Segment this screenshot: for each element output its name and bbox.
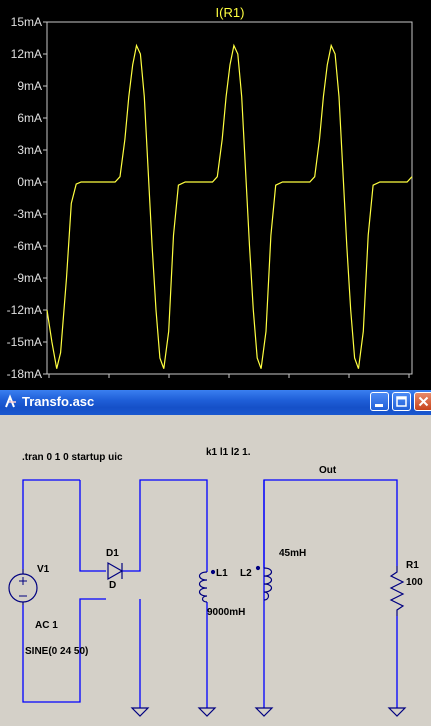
l2-value-label[interactable]: 45mH [279, 548, 306, 559]
r1-label[interactable]: R1 [406, 560, 419, 571]
y-tick-label: 0mA [17, 175, 42, 189]
y-tick-label: -18mA [7, 367, 42, 381]
y-tick-label: 9mA [17, 79, 42, 93]
y-tick-label: 3mA [17, 143, 42, 157]
resistor-r1[interactable] [389, 566, 405, 616]
l2-label[interactable]: L2 [240, 568, 252, 579]
v1-label[interactable]: V1 [37, 564, 50, 575]
minimize-button[interactable] [370, 392, 389, 411]
schematic-window[interactable]: Transfo.asc .tran 0 1 0 startup uic k1 l… [0, 390, 431, 726]
l1-label[interactable]: L1 [216, 568, 228, 579]
inductor-l1[interactable] [198, 569, 216, 603]
maximize-button[interactable] [392, 392, 411, 411]
minimize-icon [375, 404, 383, 407]
tran-directive[interactable]: .tran 0 1 0 startup uic [22, 452, 123, 463]
y-tick-label: -12mA [7, 303, 42, 317]
y-tick-label: 15mA [11, 15, 42, 29]
d1-model-label[interactable]: D [109, 580, 116, 591]
v1-ac-label[interactable]: AC 1 [35, 620, 58, 631]
window-titlebar[interactable]: Transfo.asc [0, 390, 431, 415]
d1-label[interactable]: D1 [106, 548, 119, 559]
schematic-canvas[interactable]: .tran 0 1 0 startup uic k1 l1 l2 1. V1 A… [1, 418, 431, 726]
plot-frame [46, 21, 413, 375]
voltage-source-v1[interactable] [8, 569, 38, 605]
y-axis: 15mA 12mA 9mA 6mA 3mA 0mA -3mA -6mA -9mA -12mA -15… [7, 15, 47, 381]
v1-value-label[interactable]: SINE(0 24 50) [25, 646, 88, 657]
diode-d1[interactable] [107, 561, 124, 581]
close-icon [418, 396, 429, 407]
waveform-plot-pane[interactable]: I(R1) 15mA 12mA 9mA 6mA 3mA 0mA -3mA -6mA -9mA -1… [0, 0, 431, 388]
y-tick-label: 12mA [11, 47, 42, 61]
x-axis [48, 374, 410, 378]
ground-symbols[interactable] [130, 707, 407, 717]
window-title: Transfo.asc [22, 394, 95, 409]
y-tick-label: 6mA [17, 111, 42, 125]
close-button[interactable] [414, 392, 431, 411]
y-tick-label: -9mA [13, 271, 42, 285]
circuit-wires[interactable] [22, 479, 398, 708]
plot-title: I(R1) [216, 5, 245, 20]
l1-value-label[interactable]: 9000mH [207, 607, 245, 618]
maximize-icon [396, 396, 407, 407]
ltspice-app-icon[interactable] [3, 394, 19, 410]
r1-value-label[interactable]: 100 [406, 577, 423, 588]
waveform-plot[interactable]: I(R1) 15mA 12mA 9mA 6mA 3mA 0mA -3mA -6mA -9mA -1… [0, 0, 431, 388]
y-tick-label: -15mA [7, 335, 42, 349]
trace-i-r1[interactable] [46, 43, 413, 369]
net-label-out[interactable]: Out [319, 465, 337, 476]
coupling-directive[interactable]: k1 l1 l2 1. [206, 447, 251, 458]
y-tick-label: -6mA [13, 239, 42, 253]
y-tick-label: -3mA [13, 207, 42, 221]
